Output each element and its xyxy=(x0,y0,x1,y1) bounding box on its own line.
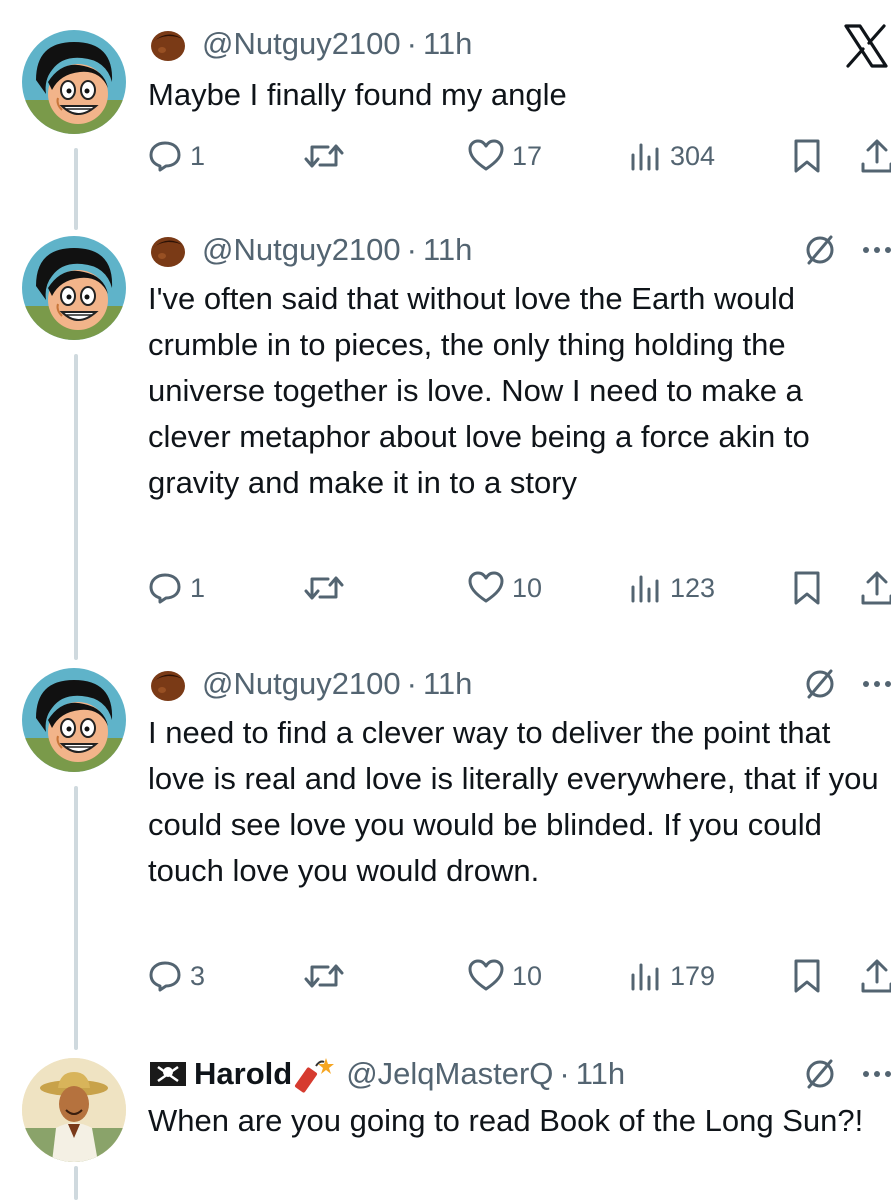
views-count: 304 xyxy=(670,140,716,171)
tweet[interactable]: @Nutguy2100 · 11h Maybe I finally found … xyxy=(0,26,891,190)
bookmark-button[interactable] xyxy=(792,568,822,608)
tweet-text: I need to find a clever way to deliver t… xyxy=(148,715,879,888)
tweet-actions: 1 10 123 xyxy=(148,568,891,608)
tweet-header: @Nutguy2100 · 11h xyxy=(148,228,472,272)
retweet-button[interactable] xyxy=(302,568,346,608)
reply-icon xyxy=(149,141,181,172)
bookmark-icon xyxy=(794,571,820,605)
views-button[interactable]: 304 xyxy=(628,136,715,176)
user-handle[interactable]: @JelqMasterQ xyxy=(346,1056,553,1092)
tweet[interactable]: @Nutguy2100 · 11h I need to find a cleve… xyxy=(0,666,891,1008)
tweet-header: @Nutguy2100 · 11h xyxy=(148,662,472,706)
retweet-icon xyxy=(304,964,344,988)
retweet-icon xyxy=(304,576,344,600)
like-count: 17 xyxy=(512,140,543,171)
acorn-badge-icon xyxy=(148,230,188,270)
like-icon xyxy=(468,139,504,171)
reply-count: 1 xyxy=(190,572,206,603)
timestamp[interactable]: 11h xyxy=(576,1056,625,1092)
views-icon xyxy=(631,143,659,171)
avatar[interactable] xyxy=(22,236,126,340)
timestamp[interactable]: 11h xyxy=(423,26,472,62)
tweet-actions: 1 17 304 xyxy=(148,136,891,176)
acorn-badge-icon xyxy=(148,24,188,64)
retweet-button[interactable] xyxy=(302,136,346,176)
share-icon xyxy=(861,959,891,993)
separator: · xyxy=(559,1056,570,1091)
mute-icon[interactable] xyxy=(800,1054,840,1094)
tweet-header: @Nutguy2100 · 11h xyxy=(148,22,472,66)
more-icon[interactable] xyxy=(860,230,891,270)
tweet-text: I've often said that without love the Ea… xyxy=(148,281,810,500)
user-handle[interactable]: @Nutguy2100 xyxy=(202,666,401,702)
user-handle[interactable]: @Nutguy2100 xyxy=(202,232,401,268)
reply-button[interactable]: 3 xyxy=(148,956,205,996)
mute-icon[interactable] xyxy=(800,664,840,704)
reply-icon xyxy=(149,961,181,992)
more-icon[interactable] xyxy=(860,664,891,704)
like-count: 10 xyxy=(512,960,543,991)
reply-count: 1 xyxy=(190,140,206,171)
retweet-button[interactable] xyxy=(302,956,346,996)
share-button[interactable] xyxy=(860,956,891,996)
share-icon xyxy=(861,571,891,605)
bookmark-icon xyxy=(794,959,820,993)
like-button[interactable]: 10 xyxy=(468,568,542,608)
reply-button[interactable]: 1 xyxy=(148,568,205,608)
tweet-header: Harold @JelqMasterQ · 11h xyxy=(148,1052,625,1096)
separator: · xyxy=(406,232,417,267)
share-button[interactable] xyxy=(860,568,891,608)
views-button[interactable]: 179 xyxy=(628,956,715,996)
separator: · xyxy=(406,26,417,61)
mute-icon[interactable] xyxy=(800,230,840,270)
share-button[interactable] xyxy=(860,136,891,176)
avatar[interactable] xyxy=(22,668,126,772)
views-count: 179 xyxy=(670,960,716,991)
display-name[interactable]: Harold xyxy=(194,1056,292,1092)
avatar-image xyxy=(22,30,126,134)
more-icon[interactable] xyxy=(860,1054,891,1094)
reply-count: 3 xyxy=(190,960,206,991)
bookmark-icon xyxy=(794,139,820,173)
bookmark-button[interactable] xyxy=(792,136,822,176)
reply-icon xyxy=(149,573,181,604)
firecracker-icon xyxy=(295,1058,335,1093)
bookmark-button[interactable] xyxy=(792,956,822,996)
avatar[interactable] xyxy=(22,30,126,134)
avatar-image xyxy=(22,1058,126,1162)
like-icon xyxy=(468,571,504,603)
tweet-text: When are you going to read Book of the L… xyxy=(148,1103,864,1138)
share-icon xyxy=(861,139,891,173)
separator: · xyxy=(406,666,417,701)
pirate-flag-icon xyxy=(150,1062,186,1086)
like-count: 10 xyxy=(512,572,543,603)
views-icon xyxy=(631,963,659,991)
views-count: 123 xyxy=(670,572,716,603)
acorn-badge-icon xyxy=(148,664,188,704)
avatar[interactable] xyxy=(22,1058,126,1162)
avatar-image xyxy=(22,668,126,772)
avatar-image xyxy=(22,236,126,340)
like-icon xyxy=(468,959,504,991)
timestamp[interactable]: 11h xyxy=(423,666,472,702)
tweet[interactable]: @Nutguy2100 · 11h I've often said that w… xyxy=(0,232,891,616)
timestamp[interactable]: 11h xyxy=(423,232,472,268)
tweet-text: Maybe I finally found my angle xyxy=(148,77,567,112)
tweet[interactable]: Harold @JelqMasterQ · 11h When are you g… xyxy=(0,1056,891,1200)
like-button[interactable]: 17 xyxy=(468,136,542,176)
retweet-icon xyxy=(304,144,344,168)
views-icon xyxy=(631,575,659,603)
like-button[interactable]: 10 xyxy=(468,956,542,996)
tweet-actions: 3 10 179 xyxy=(148,956,891,996)
reply-button[interactable]: 1 xyxy=(148,136,205,176)
views-button[interactable]: 123 xyxy=(628,568,715,608)
user-handle[interactable]: @Nutguy2100 xyxy=(202,26,401,62)
